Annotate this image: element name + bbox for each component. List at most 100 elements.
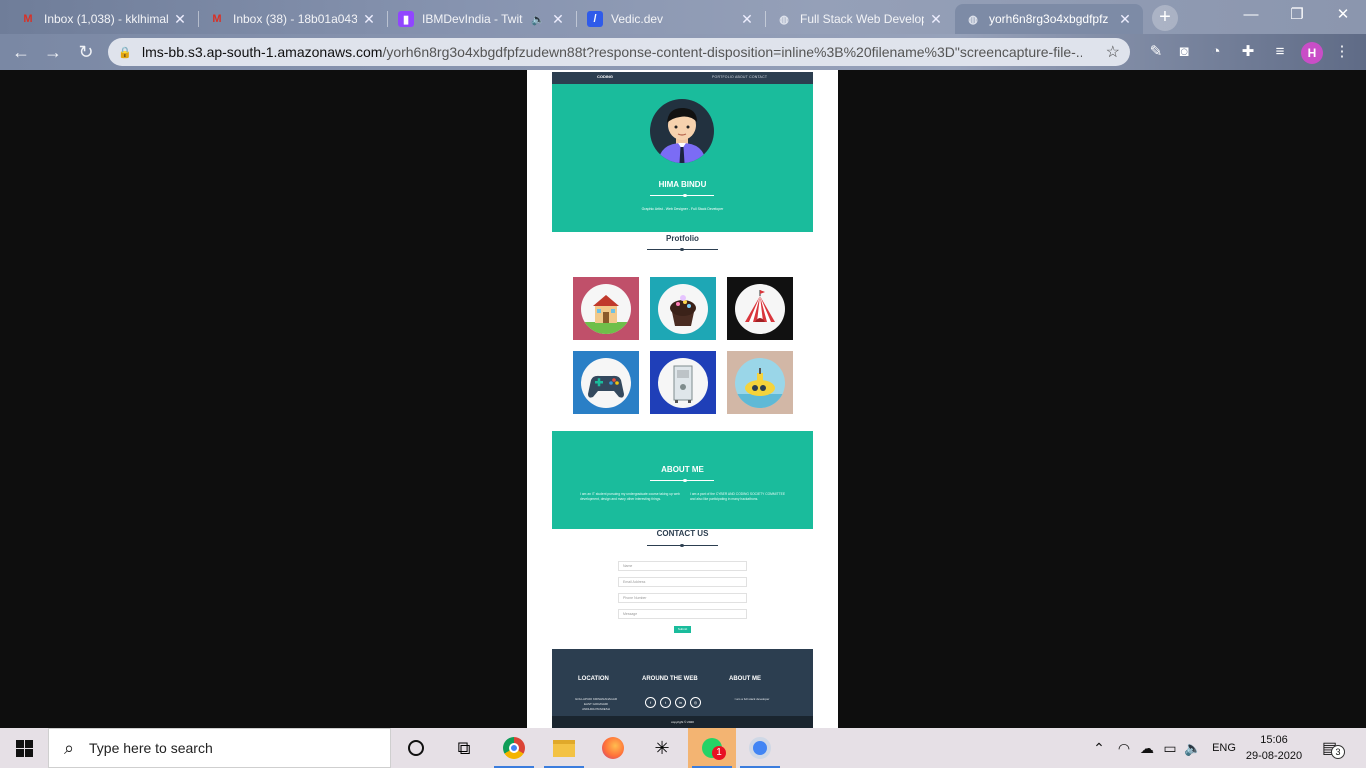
new-tab-button[interactable]: + (1152, 5, 1178, 31)
chrome-taskbar-icon[interactable] (490, 728, 538, 768)
circus-tent-icon (735, 283, 785, 334)
linkedin-icon[interactable]: in (675, 697, 686, 708)
dribbble-icon[interactable]: ◎ (690, 697, 701, 708)
contact-submit-button[interactable]: Submit (674, 626, 691, 633)
footer-location-text: GOLLAPUDI KRISHNANAGAR EAST GODAVARI AND… (574, 697, 617, 711)
browser-tab-strip: M Inbox (1,038) - kklhimal ✕ M Inbox (38… (0, 0, 1366, 34)
browser-toolbar: ← → ↻ 🔒 lms-bb.s3.ap-south-1.amazonaws.c… (0, 34, 1366, 70)
wifi-icon[interactable]: ◠ (1114, 728, 1134, 768)
search-icon: ⌕ (63, 737, 75, 758)
gauge-extension-icon[interactable]: ◔ (1206, 42, 1226, 62)
back-button[interactable]: ← (9, 40, 33, 64)
about-section: ABOUT ME I am an IT student pursuing my … (552, 431, 813, 529)
reload-button[interactable]: ↻ (74, 40, 98, 64)
clock-time: 15:06 (1260, 734, 1288, 746)
close-icon[interactable]: ✕ (739, 11, 755, 28)
system-clock[interactable]: 15:06 29-08-2020 (1244, 732, 1304, 764)
site-brand[interactable]: CODING (597, 74, 613, 79)
portfolio-tile-gamepad[interactable] (573, 351, 639, 414)
tab-full-stack[interactable]: ◍ Full Stack Web Develop ✕ (766, 4, 954, 34)
input-language[interactable]: ENG (1208, 728, 1240, 768)
close-icon[interactable]: ✕ (550, 11, 566, 28)
notification-count: 3 (1331, 745, 1345, 759)
chrome-canary-icon[interactable] (736, 728, 784, 768)
volume-icon[interactable]: 🔈 (1183, 728, 1203, 768)
puzzle-extension-icon[interactable]: ✚ (1238, 42, 1258, 62)
about-divider (650, 479, 714, 482)
close-icon[interactable]: ✕ (1117, 11, 1133, 28)
whatsapp-badge: 1 (712, 746, 726, 760)
windows-taskbar: ⌕ Type here to search ⧉ ✳ 1 ⌃ ◠ ☁ ▭ 🔈 EN… (0, 728, 1366, 768)
portfolio-tile-house[interactable] (573, 277, 639, 340)
tab-gmail-inbox-2[interactable]: M Inbox (38) - 18b01a043 ✕ (199, 4, 387, 34)
bookmark-star-icon[interactable]: ☆ (1106, 42, 1120, 62)
site-nav-links[interactable]: PORTFOLIO ABOUT CONTACT (712, 75, 767, 79)
site-navbar: CODING PORTFOLIO ABOUT CONTACT (552, 72, 813, 84)
tab-gmail-inbox-1[interactable]: M Inbox (1,038) - kklhimal ✕ (10, 4, 198, 34)
onedrive-cloud-icon[interactable]: ☁ (1137, 728, 1157, 768)
footer-location-heading: LOCATION (578, 676, 609, 682)
url-text: lms-bb.s3.ap-south-1.amazonaws.com/yorh6… (142, 44, 1082, 60)
contact-name-field[interactable]: Name (618, 561, 747, 571)
action-center-icon[interactable]: ▤ 3 (1322, 738, 1345, 759)
hero-tagline: Graphic Artist - Web Designer - Full Sta… (641, 207, 724, 211)
tab-active-capture[interactable]: ◍ yorh6n8rg3o4xbgdfpfz ✕ (955, 4, 1143, 34)
whatsapp-icon[interactable]: 1 (688, 728, 736, 768)
contact-message-field[interactable]: Message (618, 609, 747, 619)
portfolio-tile-safe[interactable] (650, 351, 716, 414)
contact-email-field[interactable]: Email Address (618, 577, 747, 587)
portfolio-tile-circus[interactable] (727, 277, 793, 340)
task-view-icon[interactable]: ⧉ (440, 728, 488, 768)
hero-section: HIMA BINDU Graphic Artist - Web Designer… (552, 84, 813, 232)
gamepad-icon (581, 357, 631, 408)
facebook-icon[interactable]: f (645, 697, 656, 708)
battery-icon[interactable]: ▭ (1160, 728, 1180, 768)
slack-icon[interactable]: ✳ (638, 728, 686, 768)
show-hidden-icons-chevron[interactable]: ⌃ (1089, 728, 1109, 768)
globe-icon: ◍ (968, 13, 978, 26)
menu-kebab-icon[interactable]: ⋮ (1332, 42, 1352, 62)
footer-web-heading: AROUND THE WEB (642, 676, 698, 682)
media-queue-icon[interactable]: ≡ (1270, 42, 1290, 62)
twitter-icon[interactable]: t (660, 697, 671, 708)
portfolio-tile-cake[interactable] (650, 277, 716, 340)
tab-title: IBMDevIndia - Twit (422, 12, 523, 26)
forward-button[interactable]: → (41, 40, 65, 64)
minimize-button[interactable]: — (1228, 4, 1274, 28)
restore-button[interactable]: ❐ (1274, 4, 1320, 28)
file-explorer-icon[interactable] (540, 728, 588, 768)
about-heading: ABOUT ME (661, 465, 704, 474)
address-bar[interactable]: 🔒 lms-bb.s3.ap-south-1.amazonaws.com/yor… (108, 38, 1130, 66)
safe-icon (658, 357, 708, 408)
search-placeholder: Type here to search (89, 740, 213, 756)
pen-extension-icon[interactable]: ✎ (1146, 42, 1166, 62)
firefox-icon[interactable] (589, 728, 637, 768)
portfolio-tile-submarine[interactable] (727, 351, 793, 414)
window-close-button[interactable]: ✕ (1320, 4, 1366, 28)
camera-extension-icon[interactable]: ◙ (1174, 42, 1194, 62)
portfolio-heading: Protfolio (666, 234, 699, 243)
tab-title: Full Stack Web Develop (800, 12, 924, 26)
portfolio-divider (647, 248, 718, 251)
url-host: lms-bb.s3.ap-south-1.amazonaws.com (142, 44, 383, 60)
cortana-icon[interactable] (392, 728, 440, 768)
contact-heading: CONTACT US (656, 529, 709, 538)
profile-avatar[interactable]: H (1301, 42, 1323, 64)
taskbar-search-box[interactable]: ⌕ Type here to search (48, 728, 391, 768)
contact-phone-field[interactable]: Phone Number (618, 593, 747, 603)
close-icon[interactable]: ✕ (361, 11, 377, 28)
tab-title: Inbox (38) - 18b01a043 (233, 12, 357, 26)
windows-start-button[interactable] (0, 728, 48, 768)
page-viewport: CODING PORTFOLIO ABOUT CONTACT HIMA BIND… (0, 70, 1366, 728)
tab-vedic[interactable]: / Vedic.dev ✕ (577, 4, 765, 34)
footer-about-text: I am a full stack developer (734, 697, 770, 701)
lock-icon[interactable]: 🔒 (118, 46, 134, 59)
tab-twitch[interactable]: ▮ IBMDevIndia - Twit 🔈 ✕ (388, 4, 576, 34)
tab-title: Vedic.dev (611, 12, 664, 26)
close-icon[interactable]: ✕ (928, 11, 944, 28)
clock-date: 29-08-2020 (1245, 750, 1303, 762)
close-icon[interactable]: ✕ (172, 11, 188, 28)
speaker-icon[interactable]: 🔈 (530, 13, 546, 26)
hero-name: HIMA BINDU (658, 180, 707, 189)
globe-icon: ◍ (779, 13, 789, 26)
